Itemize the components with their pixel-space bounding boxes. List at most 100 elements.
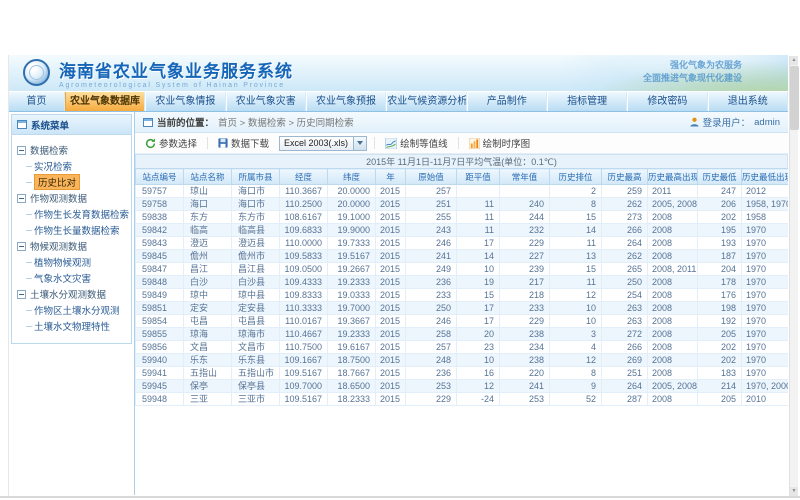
- table-cell: 3: [550, 328, 602, 341]
- table-cell: 20.0000: [328, 198, 376, 211]
- table-cell: 1970: [742, 367, 789, 380]
- param-select-button[interactable]: 参数选择: [142, 135, 200, 151]
- table-cell: 246: [406, 315, 457, 328]
- sidebar-item-5[interactable]: 作物生长发育数据检索: [17, 206, 129, 222]
- table-cell: 264: [602, 237, 648, 250]
- table-cell: 2015: [376, 380, 406, 393]
- table-cell: 232: [500, 224, 550, 237]
- table-cell: 三亚市: [232, 393, 280, 406]
- draw-isoline-button[interactable]: 绘制等值线: [382, 135, 451, 151]
- table-cell: 屯昌县: [232, 315, 280, 328]
- nav-tab-10[interactable]: 退出系统: [708, 92, 788, 111]
- table-cell: 18.2333: [328, 393, 376, 406]
- table-cell: 13: [457, 406, 500, 407]
- sidebar-item-3[interactable]: 历史比对: [17, 174, 129, 190]
- column-header[interactable]: 原始值: [406, 169, 457, 185]
- nav-tab-7[interactable]: 产品制作: [467, 92, 547, 111]
- table-cell: 17: [457, 302, 500, 315]
- table-cell: 234: [500, 341, 550, 354]
- sidebar-item-4[interactable]: 作物观测数据: [17, 190, 129, 206]
- table-cell: 233: [500, 302, 550, 315]
- collapse-minus-icon[interactable]: [17, 242, 26, 251]
- select-arrow-button[interactable]: [353, 137, 366, 150]
- column-header[interactable]: 所属市县: [232, 169, 280, 185]
- column-header[interactable]: 历史最高出现年份: [648, 169, 698, 185]
- column-header[interactable]: 经度: [280, 169, 328, 185]
- table-cell: 11: [457, 198, 500, 211]
- sidebar-item-8[interactable]: 植物物候观测: [17, 254, 129, 270]
- column-header[interactable]: 历史最低出现年份: [742, 169, 789, 185]
- sidebar-item-11[interactable]: 作物区土壤水分观测: [17, 302, 129, 318]
- collapse-minus-icon[interactable]: [17, 290, 26, 299]
- table-cell: 59843: [136, 237, 184, 250]
- nav-tab-5[interactable]: 农业气象预报: [306, 92, 386, 111]
- collapse-minus-icon[interactable]: [17, 146, 26, 155]
- column-header[interactable]: 常年值: [500, 169, 550, 185]
- table-row: 59843澄迈澄迈县110.000019.7333201524617229112…: [136, 237, 789, 250]
- table-row: 59847昌江昌江县109.050019.2667201524910239152…: [136, 263, 789, 276]
- sidebar-item-6[interactable]: 作物生长量数据检索: [17, 222, 129, 238]
- table-cell: 15: [550, 211, 602, 224]
- column-header[interactable]: 年: [376, 169, 406, 185]
- scrollbar-thumb[interactable]: [790, 66, 799, 130]
- nav-tab-3[interactable]: 农业气象情报: [145, 92, 225, 111]
- column-header[interactable]: 历史排位: [550, 169, 602, 185]
- sidebar-item-1[interactable]: 数据检索: [17, 142, 129, 158]
- toolbar-separator: [374, 137, 375, 149]
- vertical-scrollbar[interactable]: ▲ ▼: [789, 56, 798, 496]
- location-icon: [143, 118, 153, 127]
- sidebar-item-2[interactable]: 实况检索: [17, 158, 129, 174]
- table-cell: 万宁市: [232, 406, 280, 407]
- table-cell: 233: [406, 289, 457, 302]
- table-cell: 9: [550, 380, 602, 393]
- data-download-button[interactable]: 数据下载: [215, 135, 272, 151]
- table-cell: 2015: [376, 393, 406, 406]
- table-cell: 临高: [184, 224, 232, 237]
- table-cell: 110.3667: [280, 185, 328, 198]
- column-header[interactable]: 历史最高: [602, 169, 648, 185]
- table-cell: 204: [698, 263, 742, 276]
- table-cell: 2008: [648, 302, 698, 315]
- table-cell: 1970: [742, 276, 789, 289]
- table-cell: 4: [550, 341, 602, 354]
- column-header[interactable]: 纬度: [328, 169, 376, 185]
- table-cell: 249: [406, 263, 457, 276]
- scroll-up-icon[interactable]: ▲: [790, 56, 798, 65]
- toolbar: 参数选择 数据下载 Excel 2003(.xls) 绘制等值线: [135, 133, 788, 154]
- table-cell: -24: [457, 393, 500, 406]
- table-cell: 108.6167: [280, 211, 328, 224]
- table-cell: 五指山: [184, 367, 232, 380]
- table-cell: 2005, 2008: [648, 198, 698, 211]
- scroll-down-icon[interactable]: ▼: [790, 487, 798, 496]
- tree-group-label: 物候观测数据: [30, 239, 87, 253]
- table-cell: 12: [550, 289, 602, 302]
- nav-tab-2[interactable]: 农业气象数据库: [65, 92, 145, 111]
- nav-tab-8[interactable]: 指标管理: [547, 92, 627, 111]
- table-cell: 儋州市: [232, 250, 280, 263]
- draw-timeseries-button[interactable]: 绘制时序图: [466, 135, 534, 151]
- collapse-minus-icon[interactable]: [17, 194, 26, 203]
- table-cell: 2015: [376, 263, 406, 276]
- sidebar-item-7[interactable]: 物候观测数据: [17, 238, 129, 254]
- sidebar-item-9[interactable]: 气象水文灾害: [17, 270, 129, 286]
- nav-tab-1[interactable]: 首页: [9, 92, 65, 111]
- sidebar-item-12[interactable]: 土壤水文物理特性: [17, 318, 129, 334]
- table-cell: 2015: [376, 315, 406, 328]
- table-cell: 16: [457, 367, 500, 380]
- table-cell: 17: [457, 237, 500, 250]
- format-select[interactable]: Excel 2003(.xls): [279, 136, 367, 151]
- column-header[interactable]: 距平值: [457, 169, 500, 185]
- table-cell: 1970: [742, 302, 789, 315]
- column-header[interactable]: 站点名称: [184, 169, 232, 185]
- table-cell: 229: [500, 237, 550, 250]
- nav-tab-6[interactable]: 农业气候资源分析: [386, 92, 466, 111]
- column-header[interactable]: 历史最低: [698, 169, 742, 185]
- nav-tab-4[interactable]: 农业气象灾害: [226, 92, 306, 111]
- table-cell: 8: [550, 198, 602, 211]
- table-cell: 2015: [376, 211, 406, 224]
- table-title: 2015年 11月1日-11月7日平均气温(单位：0.1℃): [135, 154, 788, 168]
- table-cell: [500, 185, 550, 198]
- nav-tab-9[interactable]: 修改密码: [627, 92, 707, 111]
- column-header[interactable]: 站点编号: [136, 169, 184, 185]
- sidebar-item-10[interactable]: 土壤水分观测数据: [17, 286, 129, 302]
